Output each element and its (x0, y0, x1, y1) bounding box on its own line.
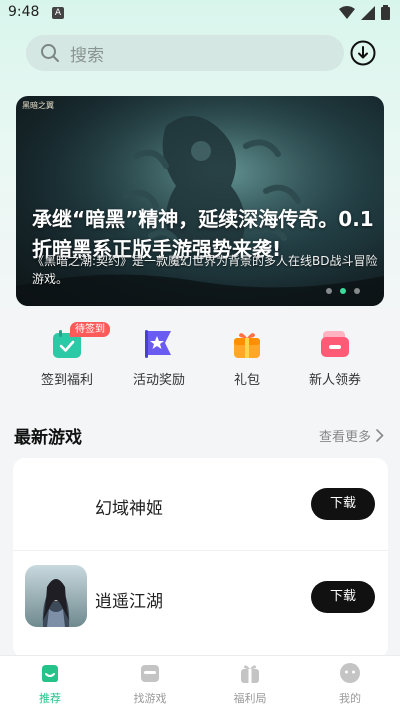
banner-logo: 黑暗之翼 (22, 101, 54, 110)
home-smile-icon (42, 665, 58, 682)
quick-entry-new-user-coupon[interactable]: 新人领券 (290, 324, 380, 388)
see-more-link[interactable]: 查看更多 (319, 426, 384, 445)
quick-entry-label: 礼包 (233, 373, 260, 388)
search-input[interactable]: 搜索 (26, 35, 344, 71)
quick-entry-row: 待签到 签到福利 活动奖励 礼包 新人领券 (0, 322, 400, 394)
see-more-label: 查看更多 (318, 430, 371, 445)
game-icon (25, 565, 87, 627)
banner-description: 《黑暗之潮:契约》是一款魔幻世界为背景的多人在线BD战斗冒险游戏。 (32, 254, 378, 286)
sign-in-badge: 待签到 (70, 322, 110, 337)
nav-label: 福利局 (233, 692, 267, 705)
download-button[interactable]: 下载 (311, 488, 375, 520)
quick-entry-label: 活动奖励 (132, 373, 185, 388)
game-list: 幻域神姬 下载 逍遥江湖 下载 (13, 458, 388, 658)
status-time: 9:48 (8, 4, 40, 20)
quick-entry-activity-rewards[interactable]: 活动奖励 (114, 324, 204, 388)
banner-pagination (326, 288, 360, 294)
nav-label: 找游戏 (133, 692, 167, 705)
quick-entry-gift-pack[interactable]: 礼包 (202, 324, 292, 388)
notification-icon: A (52, 7, 64, 19)
quick-entry-label: 新人领券 (308, 373, 361, 388)
pagination-dot-active[interactable] (340, 288, 346, 294)
download-icon[interactable] (350, 40, 376, 66)
section-title: 最新游戏 (14, 428, 82, 448)
game-name: 逍遥江湖 (95, 592, 163, 612)
pagination-dot[interactable] (354, 288, 360, 294)
nav-label: 推荐 (39, 692, 61, 705)
quick-entry-sign-in[interactable]: 待签到 签到福利 (22, 322, 112, 388)
game-icon (25, 472, 87, 534)
status-bar: 9:48 A (0, 0, 400, 28)
nav-tab-recommend[interactable]: 推荐 (0, 662, 100, 706)
search-placeholder: 搜索 (70, 45, 104, 66)
game-cover-art (25, 565, 87, 627)
game-box-icon (141, 665, 159, 682)
nav-label: 我的 (339, 692, 361, 705)
chevron-right-icon (376, 429, 384, 442)
bottom-nav: 推荐 找游戏 福利局 我的 (0, 655, 400, 711)
game-list-item[interactable]: 逍遥江湖 下载 (13, 550, 388, 642)
quick-entry-label: 签到福利 (40, 373, 93, 388)
star-flag-icon (145, 330, 171, 358)
gift-box-icon (234, 333, 260, 358)
game-list-item[interactable]: 幻域神姬 下载 (13, 458, 388, 550)
download-button[interactable]: 下载 (311, 581, 375, 613)
face-icon (340, 663, 360, 683)
wifi-icon (339, 5, 355, 19)
nav-tab-welfare[interactable]: 福利局 (200, 662, 300, 706)
signal-icon (361, 5, 375, 20)
wallet-coupon-icon (321, 331, 349, 357)
battery-icon (381, 5, 390, 20)
game-name: 幻域神姬 (95, 499, 163, 519)
search-icon (41, 44, 59, 62)
nav-tab-find-games[interactable]: 找游戏 (100, 662, 200, 706)
pagination-dot[interactable] (326, 288, 332, 294)
status-icons (339, 5, 390, 20)
promo-banner[interactable]: 黑暗之翼 承继“暗黑”精神，延续深海传奇。0.1折暗黑系正版手游强势来袭! 《黑… (16, 96, 384, 306)
nav-tab-mine[interactable]: 我的 (300, 662, 400, 706)
gift-icon (241, 665, 259, 683)
